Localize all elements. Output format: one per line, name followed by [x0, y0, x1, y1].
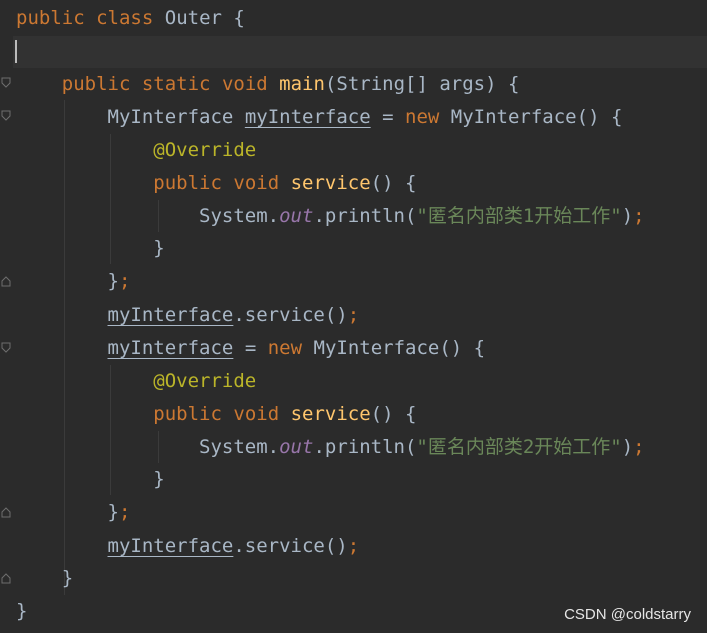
code-line-6: public void service() {: [153, 172, 417, 194]
code-line-7: System.out.println("匿名内部类1开始工作");: [199, 205, 645, 227]
code-line-10: myInterface.service();: [107, 304, 360, 326]
code-line-9: };: [107, 270, 131, 292]
code-line-5: @Override: [153, 139, 257, 161]
code-line-1: public class Outer {: [16, 7, 245, 29]
code-line-16: };: [107, 501, 131, 523]
fold-icon[interactable]: [1, 77, 11, 89]
code-line-13: public void service() {: [153, 403, 417, 425]
fold-end-icon[interactable]: [1, 275, 11, 287]
fold-icon[interactable]: [1, 342, 11, 354]
code-line-17: myInterface.service();: [107, 535, 360, 557]
code-line-12: @Override: [153, 370, 257, 392]
code-line-8: }: [153, 237, 165, 259]
current-line-highlight: [0, 36, 707, 68]
fold-end-icon[interactable]: [1, 572, 11, 584]
code-line-18: }: [61, 567, 74, 589]
code-line-3: public static void main(String[] args) {: [61, 73, 520, 95]
editor-gutter: [0, 0, 13, 633]
code-line-14: System.out.println("匿名内部类2开始工作");: [199, 436, 645, 458]
code-line-11: myInterface = new MyInterface() {: [107, 337, 486, 359]
fold-end-icon[interactable]: [1, 506, 11, 518]
code-line-19: }: [16, 600, 28, 622]
code-line-4: MyInterface myInterface = new MyInterfac…: [107, 106, 623, 128]
text-caret: [15, 40, 17, 63]
code-editor[interactable]: public class Outer { public static void …: [0, 0, 707, 633]
code-line-15: }: [153, 468, 165, 490]
watermark: CSDN @coldstarry: [564, 606, 691, 623]
fold-icon[interactable]: [1, 110, 11, 122]
